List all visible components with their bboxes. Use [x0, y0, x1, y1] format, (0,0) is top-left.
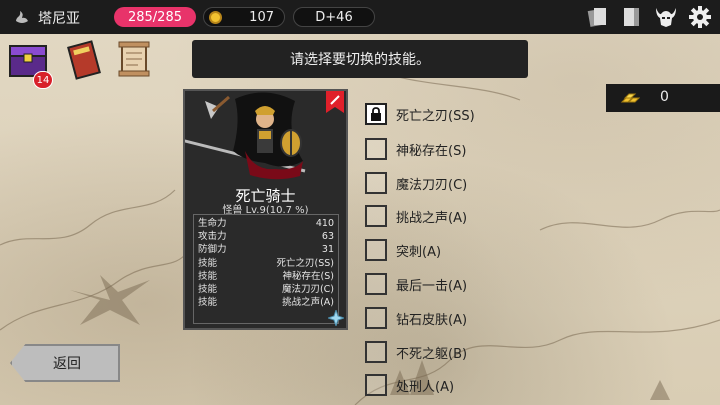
skill-option-4[interactable]: 突刺(A) — [365, 238, 565, 262]
gold-bars-icon — [620, 93, 640, 103]
skill-checkbox[interactable] — [365, 172, 387, 194]
banner-message: 请选择要切换的技能。 — [290, 52, 430, 68]
skill-checkbox[interactable] — [365, 341, 387, 363]
character-stats: 生命力 410 攻击力 63 防御力 31 技能 死亡之刃(SS) 技能 神秘存在(S) … — [193, 214, 339, 324]
character-card: 死亡骑士 怪兽 Lv.9(10.7 %) 生命力 410 攻击力 63 防御力 31 … — [183, 89, 348, 330]
chest-count-badge: 14 — [33, 71, 53, 89]
skill-label: 挑战之声(A) — [396, 210, 468, 226]
skill-label: 不死之躯(B) — [396, 346, 468, 362]
resource-value: 0 — [660, 89, 669, 105]
instruction-banner: 请选择要切换的技能。 — [192, 40, 528, 78]
skill-option-7[interactable]: 不死之躯(B) — [365, 340, 565, 364]
skill-label: 最后一击(A) — [396, 278, 468, 294]
hp-value: 285/285 — [127, 9, 182, 25]
star-gem-icon — [328, 310, 344, 326]
skill-option-2[interactable]: 魔法刀刃(C) — [365, 171, 565, 195]
journal-icon[interactable] — [620, 5, 644, 29]
death-knight-portrait — [185, 92, 306, 180]
lock-icon — [371, 107, 381, 121]
skill-label: 死亡之刃(SS) — [396, 108, 475, 124]
skill-option-5[interactable]: 最后一击(A) — [365, 272, 565, 296]
skill-checkbox[interactable] — [365, 273, 387, 295]
hp-display: 285/285 — [114, 7, 196, 27]
top-bar: 塔尼亚 285/285 107 D+46 — [0, 0, 720, 34]
skill-option-1[interactable]: 神秘存在(S) — [365, 137, 565, 161]
back-button[interactable]: 返回 — [10, 344, 120, 382]
skill-option-0[interactable]: 死亡之刃(SS) — [365, 102, 565, 126]
stat-row: 防御力 31 — [198, 244, 334, 256]
skill-label: 处刑人(A) — [396, 379, 455, 395]
stat-row: 生命力 410 — [198, 218, 334, 229]
gold-display: 107 — [203, 7, 285, 27]
day-value: D+46 — [315, 9, 353, 25]
skill-checkbox[interactable] — [365, 205, 387, 227]
stat-row: 技能 神秘存在(S) — [198, 270, 334, 282]
resource-counter: 0 — [606, 84, 720, 112]
skill-checkbox[interactable] — [365, 138, 387, 160]
gold-value: 107 — [249, 9, 274, 25]
day-counter: D+46 — [293, 7, 375, 27]
skill-checkbox[interactable] — [365, 374, 387, 396]
skill-checkbox[interactable] — [365, 239, 387, 261]
skill-label: 突刺(A) — [396, 244, 442, 260]
demon-helmet-icon[interactable] — [654, 5, 678, 29]
location-name: 塔尼亚 — [38, 11, 80, 27]
skill-checkbox[interactable] — [365, 307, 387, 329]
settings-gear-icon[interactable] — [688, 5, 712, 29]
coin-icon — [209, 11, 222, 24]
skill-label: 魔法刀刃(C) — [396, 177, 468, 193]
edit-flag-icon[interactable] — [326, 91, 344, 113]
cards-icon[interactable] — [586, 5, 610, 29]
spellbook-icon[interactable] — [66, 40, 102, 80]
stat-row: 攻击力 63 — [198, 231, 334, 243]
scroll-icon[interactable] — [116, 40, 152, 78]
location-icon — [16, 11, 28, 23]
skill-checkbox[interactable] — [365, 103, 387, 125]
stat-row: 技能 挑战之声(A) — [198, 297, 334, 309]
skill-label: 钻石皮肤(A) — [396, 312, 468, 328]
skill-option-6[interactable]: 钻石皮肤(A) — [365, 306, 565, 330]
skill-option-8[interactable]: 处刑人(A) — [365, 373, 565, 397]
skill-label: 神秘存在(S) — [396, 143, 467, 159]
skill-option-3[interactable]: 挑战之声(A) — [365, 204, 565, 228]
back-button-label: 返回 — [53, 356, 81, 372]
stat-row: 技能 魔法刀刃(C) — [198, 284, 334, 296]
stat-row: 技能 死亡之刃(SS) — [198, 257, 334, 269]
